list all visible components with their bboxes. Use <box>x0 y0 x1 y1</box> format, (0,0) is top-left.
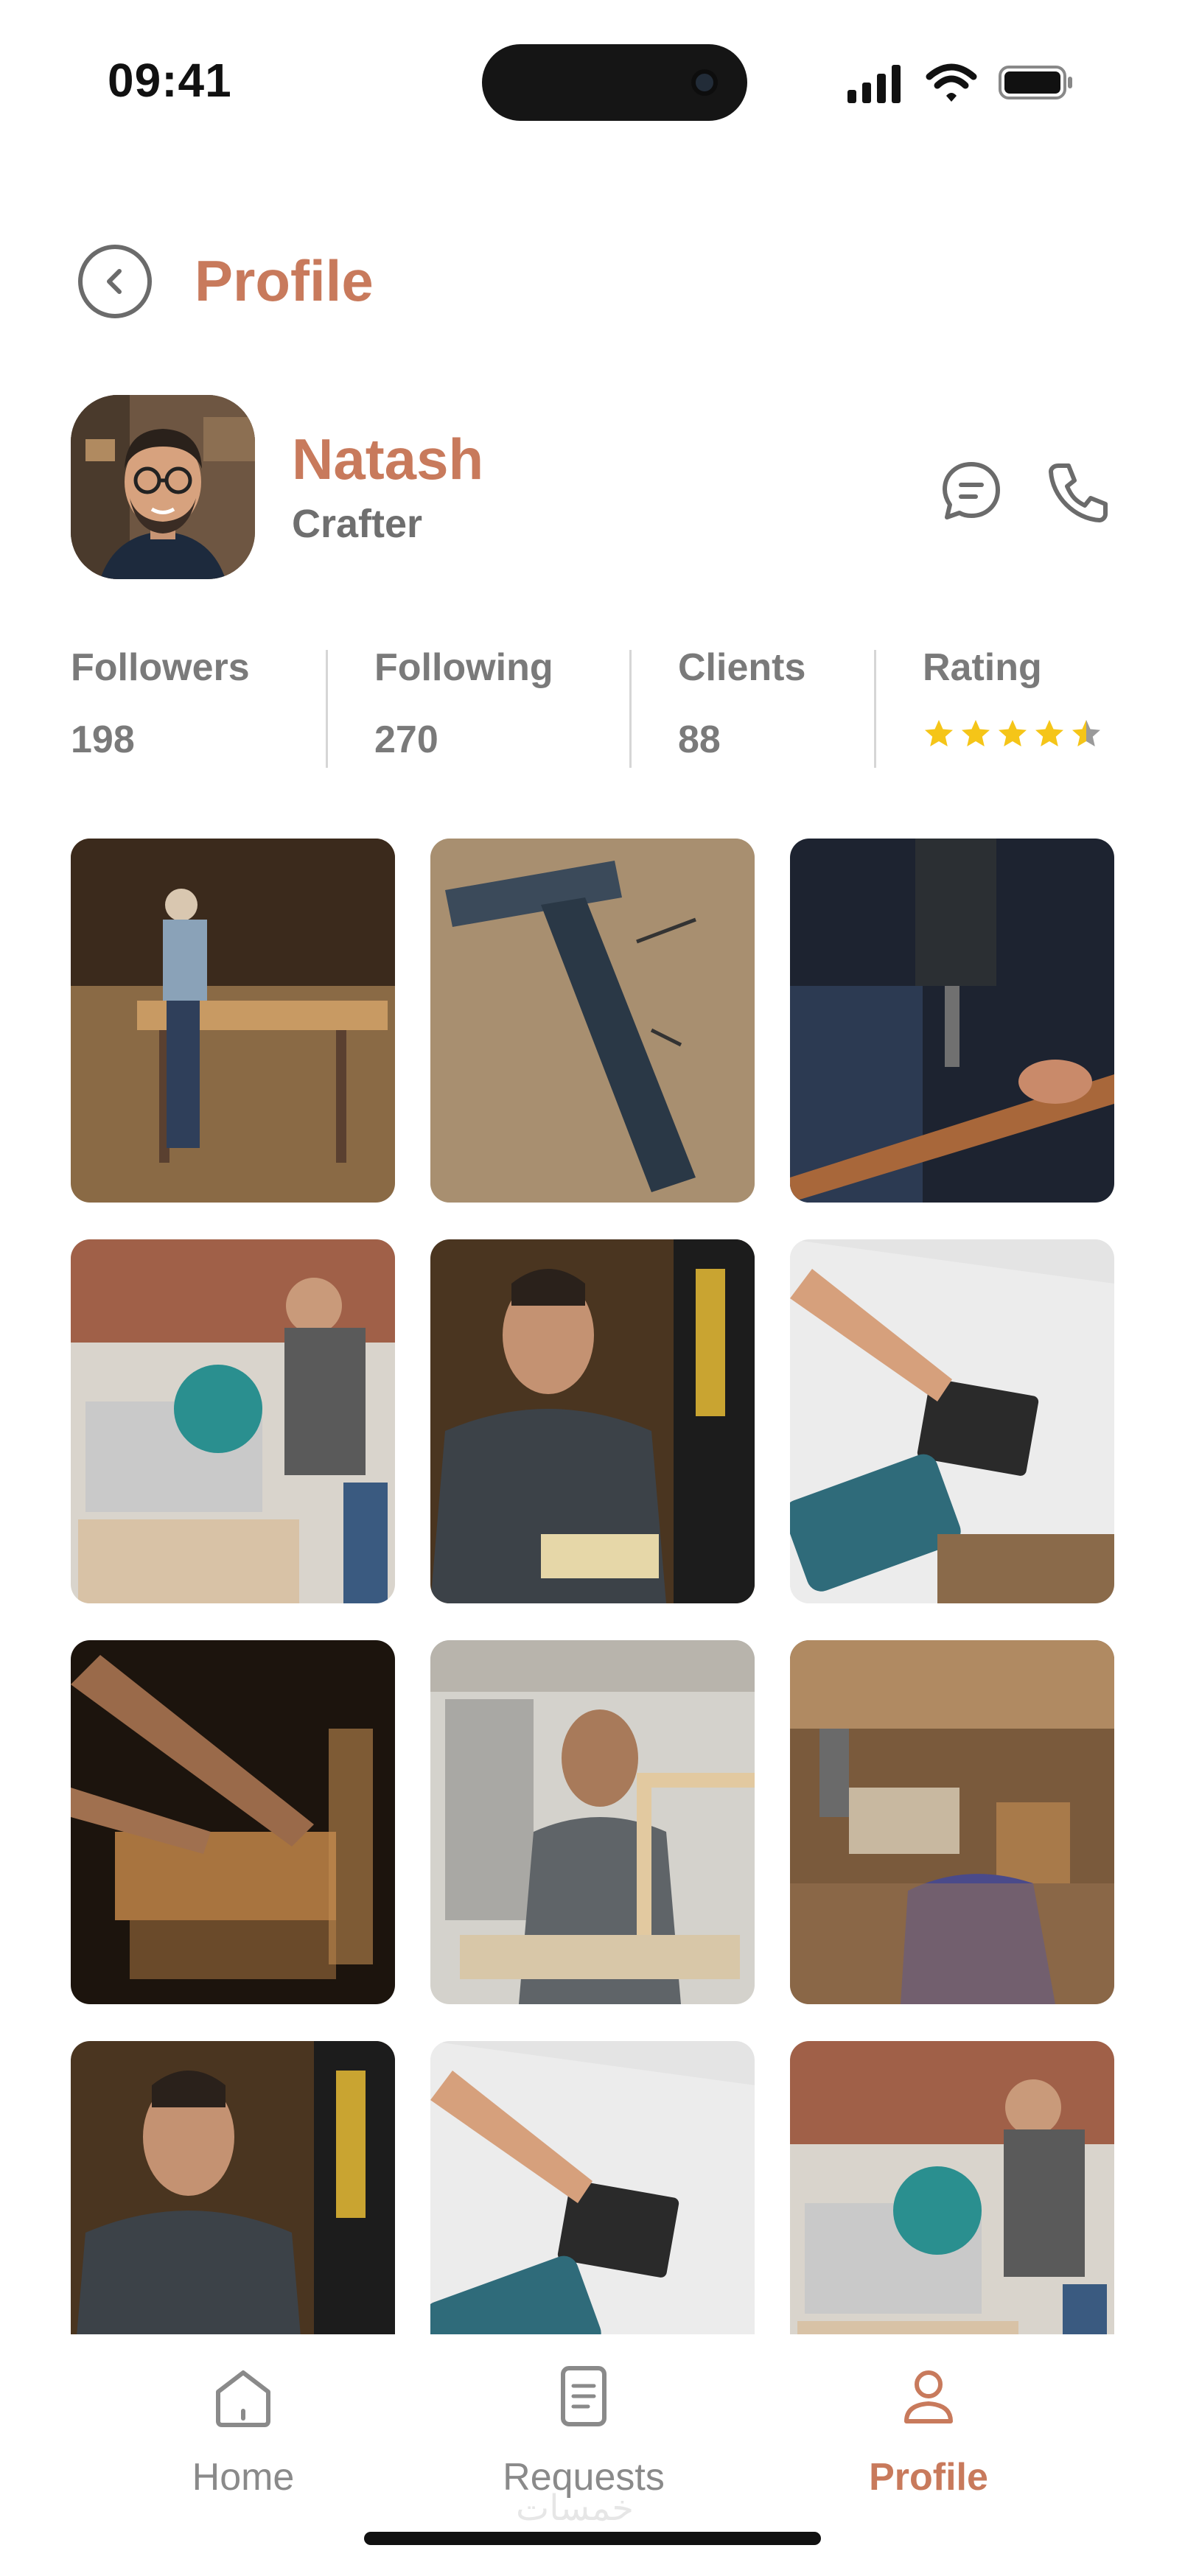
divider <box>874 650 876 768</box>
home-icon <box>216 2370 270 2427</box>
status-time: 09:41 <box>108 54 232 107</box>
tab-home[interactable]: Home <box>133 2359 354 2521</box>
home-indicator[interactable] <box>364 2532 821 2545</box>
chevron-left-icon <box>107 269 122 294</box>
elder-carpenter-photo <box>430 1640 755 2004</box>
stat-label: Followers <box>71 646 250 689</box>
stat-following[interactable]: Following 270 <box>374 645 553 771</box>
stats-row: Followers 198 Following 270 Clients 88 R… <box>71 645 1117 771</box>
status-icons <box>846 60 1074 105</box>
stat-label: Following <box>374 646 553 689</box>
avatar <box>71 395 255 579</box>
stat-label: Clients <box>678 646 806 689</box>
star-icon <box>999 720 1027 746</box>
bandsaw-worker-photo <box>430 1239 755 1603</box>
gallery-tile[interactable] <box>430 1640 755 2004</box>
phone-icon <box>1049 463 1108 522</box>
divider <box>326 650 328 768</box>
drill-on-wood-photo <box>790 839 1114 1203</box>
gallery-tile[interactable] <box>790 1239 1114 1603</box>
photo-gallery <box>71 839 1114 2334</box>
chat-icon <box>943 462 1000 519</box>
rating-stars <box>923 718 1102 750</box>
stat-clients[interactable]: Clients 88 <box>678 645 805 771</box>
battery-icon <box>999 66 1072 99</box>
chat-button[interactable] <box>934 454 1008 528</box>
avatar-photo <box>71 395 255 579</box>
stat-value: 198 <box>71 718 135 761</box>
back-button[interactable] <box>78 245 152 318</box>
star-icon <box>1035 720 1063 746</box>
gallery-tile[interactable] <box>790 2041 1114 2334</box>
profile-name: Natash <box>292 427 484 491</box>
stat-rating: Rating <box>923 645 1102 771</box>
miter-saw-photo <box>71 1239 395 1603</box>
gallery-tile[interactable] <box>71 1640 395 2004</box>
document-icon <box>561 2366 607 2426</box>
gallery-tile[interactable] <box>71 839 395 1203</box>
divider <box>629 650 632 768</box>
hands-planing-wood-photo <box>71 1640 395 2004</box>
gallery-tile[interactable] <box>71 1239 395 1603</box>
gallery-tile[interactable] <box>430 839 755 1203</box>
signal-icon <box>847 65 901 103</box>
drill-hinge-photo <box>430 2041 755 2334</box>
camera-icon <box>691 69 718 96</box>
tab-label: Home <box>192 2456 295 2499</box>
phone-button[interactable] <box>1042 454 1116 528</box>
profile-role: Crafter <box>292 502 423 546</box>
tab-profile[interactable]: Profile <box>818 2359 1039 2521</box>
dynamic-island <box>482 44 747 121</box>
tab-label: Profile <box>869 2456 988 2499</box>
hammer-on-wood-photo <box>430 839 755 1203</box>
user-icon <box>904 2370 953 2423</box>
star-icon <box>1072 720 1100 746</box>
stat-followers[interactable]: Followers 198 <box>71 645 250 771</box>
star-icon <box>925 720 953 746</box>
gallery-tile[interactable] <box>790 839 1114 1203</box>
bandsaw-worker-photo <box>71 2041 395 2334</box>
workshop-photo <box>790 1640 1114 2004</box>
carpenter-workbench-photo <box>71 839 395 1203</box>
page-title: Profile <box>195 248 374 313</box>
star-icon <box>962 720 990 746</box>
gallery-tile[interactable] <box>71 2041 395 2334</box>
miter-saw-photo <box>790 2041 1114 2334</box>
status-bar: 09:41 <box>0 0 1185 162</box>
stat-value: 88 <box>678 718 721 761</box>
gallery-tile[interactable] <box>430 1239 755 1603</box>
gallery-tile[interactable] <box>790 1640 1114 2004</box>
gallery-tile[interactable] <box>430 2041 755 2334</box>
watermark: خمسات <box>516 2489 635 2528</box>
stat-label: Rating <box>923 646 1042 689</box>
drill-hinge-photo <box>790 1239 1114 1603</box>
stat-value: 270 <box>374 718 438 761</box>
wifi-icon <box>926 63 977 102</box>
